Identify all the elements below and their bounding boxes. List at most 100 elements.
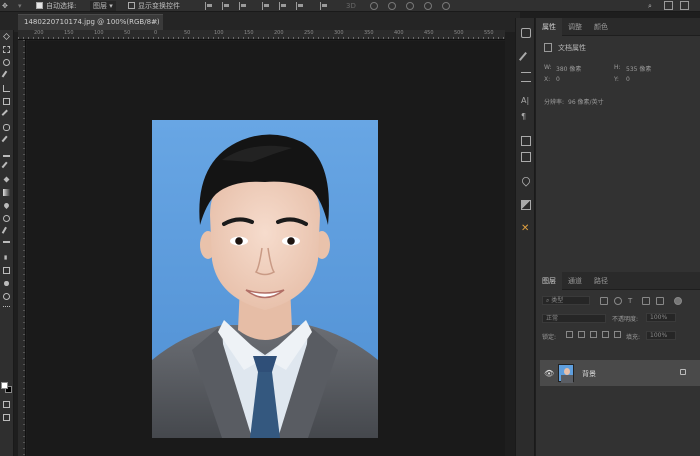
eyedropper-tool-icon[interactable] <box>1 109 12 120</box>
align-right-icon[interactable] <box>296 2 304 10</box>
lock-position-icon[interactable] <box>590 331 597 338</box>
search-icon[interactable]: ⌕ <box>648 1 652 11</box>
history-panel-icon[interactable] <box>521 28 531 38</box>
ruler-tick: 200 <box>274 30 284 36</box>
tab-properties[interactable]: 属性 <box>536 18 562 36</box>
width-value[interactable]: 380 像素 <box>556 64 581 73</box>
layer-row[interactable]: 👁 背景 <box>540 360 700 386</box>
filter-type-icon[interactable]: T <box>628 297 636 305</box>
learn-bulb-icon[interactable] <box>520 175 532 187</box>
clone-stamp-tool-icon[interactable] <box>2 149 12 158</box>
ruler-tick: 350 <box>364 30 374 36</box>
auto-select-checkbox[interactable]: 自动选择: <box>36 1 76 11</box>
hand-tool-icon[interactable] <box>2 279 12 288</box>
distribute-icon[interactable] <box>320 2 328 10</box>
healing-brush-tool-icon[interactable] <box>2 123 12 132</box>
lock-transparent-icon[interactable] <box>566 331 573 338</box>
character-panel-icon[interactable]: A| <box>521 96 531 106</box>
layer-name[interactable]: 背景 <box>582 369 596 379</box>
3d-pan-icon[interactable] <box>406 2 414 10</box>
zoom-tool-icon[interactable] <box>2 292 12 301</box>
layer-thumbnail <box>558 364 574 383</box>
3d-rotate-icon[interactable] <box>370 2 378 10</box>
filter-adjustment-icon[interactable] <box>614 297 622 305</box>
filter-pixel-icon[interactable] <box>600 297 608 305</box>
gradient-tool-icon[interactable] <box>2 188 12 197</box>
marquee-tool-icon[interactable] <box>2 45 12 54</box>
fill-field[interactable]: 100% <box>646 331 676 340</box>
ruler-tick: 150 <box>64 30 74 36</box>
portrait-photo[interactable] <box>152 120 378 438</box>
brush-settings-icon[interactable] <box>518 51 534 67</box>
opacity-field[interactable]: 100% <box>646 313 676 322</box>
3d-slide-icon[interactable] <box>424 2 432 10</box>
pen-tool-icon[interactable] <box>1 226 12 237</box>
blend-mode-dropdown[interactable]: 正常 <box>542 314 606 323</box>
ruler-tick: 100 <box>214 30 224 36</box>
libraries-icon[interactable] <box>521 136 531 146</box>
lock-all-icon[interactable] <box>614 331 621 338</box>
tab-adjustments[interactable]: 调整 <box>562 18 588 36</box>
3d-scale-icon[interactable] <box>442 2 450 10</box>
close-tab-icon[interactable]: × <box>152 15 158 30</box>
filter-toggle-icon[interactable] <box>674 297 682 305</box>
auto-select-dropdown[interactable]: 图层 ▾ <box>90 1 116 11</box>
quick-mask-icon[interactable] <box>2 400 12 409</box>
align-hcenter-icon[interactable] <box>279 2 287 10</box>
ruler-tick: 400 <box>394 30 404 36</box>
checkbox-checked-icon <box>36 1 43 9</box>
ruler-tick: 50 <box>184 30 191 36</box>
paragraph-panel-icon[interactable]: ¶ <box>521 112 531 122</box>
rectangle-tool-icon[interactable] <box>2 266 12 275</box>
3d-mode-label-icon: 3D <box>346 2 356 10</box>
width-label: W: <box>544 64 552 71</box>
lock-pixels-icon[interactable] <box>578 331 585 338</box>
frame-tool-icon[interactable] <box>2 97 12 106</box>
screen-mode-icon[interactable] <box>2 413 12 422</box>
3d-roll-icon[interactable] <box>388 2 396 10</box>
edit-toolbar-icon[interactable] <box>2 305 12 314</box>
tab-channels[interactable]: 通道 <box>562 272 588 290</box>
blur-tool-icon[interactable] <box>2 201 12 210</box>
opacity-label: 不透明度: <box>612 316 639 323</box>
tab-color[interactable]: 颜色 <box>588 18 614 36</box>
filter-smart-object-icon[interactable] <box>656 297 664 305</box>
height-value[interactable]: 535 像素 <box>626 64 651 73</box>
show-transform-checkbox[interactable]: 显示变换控件 <box>128 1 180 11</box>
workspace-icon[interactable] <box>664 1 673 10</box>
brush-tool-icon[interactable] <box>1 135 12 146</box>
layer-filter-dropdown[interactable]: ⌕ 类型 <box>542 296 590 305</box>
swatches-icon[interactable] <box>521 152 531 162</box>
layers-tabs: 图层 通道 路径 <box>536 272 700 290</box>
move-tool-icon[interactable] <box>2 32 12 41</box>
tab-paths[interactable]: 路径 <box>588 272 614 290</box>
y-value[interactable]: 0 <box>626 76 630 83</box>
lasso-tool-icon[interactable] <box>2 58 12 67</box>
document-tab[interactable]: 1480220710174.jpg @ 100%(RGB/8#) × <box>18 14 163 30</box>
tool-preset-chevron-icon[interactable]: ▾ <box>18 1 22 11</box>
x-value[interactable]: 0 <box>556 76 560 83</box>
right-panel: 属性 调整 颜色 文档属性 W: 380 像素 H: 535 像素 X: 0 Y… <box>536 18 700 456</box>
tools-crossed-icon[interactable]: ✕ <box>521 224 531 234</box>
eye-icon[interactable]: 👁 <box>544 369 554 378</box>
align-bottom-icon[interactable] <box>239 2 247 10</box>
path-select-tool-icon[interactable] <box>2 253 12 262</box>
resolution-value: 96 像素/英寸 <box>568 99 604 106</box>
move-tool-icon[interactable]: ✥ <box>2 1 8 11</box>
lock-artboard-icon[interactable] <box>602 331 609 338</box>
navigator-icon[interactable] <box>521 200 531 210</box>
tab-layers[interactable]: 图层 <box>536 272 562 290</box>
align-top-icon[interactable] <box>205 2 213 10</box>
dodge-tool-icon[interactable] <box>2 214 12 223</box>
adjustments-icon[interactable] <box>521 72 531 82</box>
filter-shape-icon[interactable] <box>642 297 650 305</box>
foreground-color-swatch[interactable] <box>1 382 8 389</box>
share-icon[interactable] <box>680 1 689 10</box>
align-left-icon[interactable] <box>262 2 270 10</box>
history-brush-tool-icon[interactable] <box>1 161 12 172</box>
type-tool-icon[interactable] <box>2 240 12 249</box>
align-vcenter-icon[interactable] <box>222 2 230 10</box>
crop-tool-icon[interactable] <box>2 84 12 93</box>
quick-select-tool-icon[interactable] <box>1 70 12 81</box>
eraser-tool-icon[interactable] <box>2 175 12 184</box>
